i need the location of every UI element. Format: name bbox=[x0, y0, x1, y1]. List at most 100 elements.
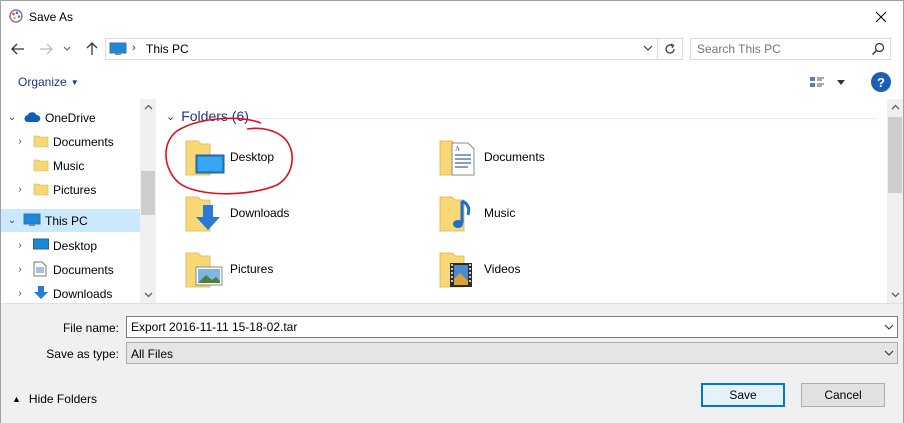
file-name-field[interactable] bbox=[126, 316, 898, 338]
save-as-type-label: Save as type: bbox=[46, 347, 119, 361]
nav-item-downloads[interactable]: › Downloads bbox=[1, 282, 140, 303]
forward-button[interactable] bbox=[35, 38, 57, 60]
file-name-input[interactable] bbox=[131, 319, 871, 335]
back-button[interactable] bbox=[7, 38, 29, 60]
navigation-scrollbar[interactable] bbox=[140, 99, 156, 303]
breadcrumb-separator-icon: › bbox=[132, 42, 136, 54]
folder-icon bbox=[33, 181, 49, 197]
group-header-label: Folders (6) bbox=[181, 108, 249, 124]
collapse-chevron-icon[interactable]: ⌄ bbox=[166, 110, 175, 123]
up-button[interactable] bbox=[81, 38, 103, 60]
file-list-scrollbar[interactable] bbox=[887, 99, 903, 303]
folder-item-documents[interactable]: A Documents bbox=[438, 135, 678, 181]
folder-name: Videos bbox=[484, 262, 521, 276]
nav-item-label: Desktop bbox=[53, 238, 98, 253]
arrow-up-icon bbox=[86, 42, 98, 55]
scroll-up-button[interactable] bbox=[887, 99, 903, 115]
group-header-folders[interactable]: ⌄ Folders (6) bbox=[166, 108, 249, 124]
pictures-folder-icon bbox=[184, 247, 228, 291]
nav-item-documents[interactable]: › Documents bbox=[1, 258, 140, 281]
app-icon bbox=[8, 8, 24, 24]
navigation-pane[interactable]: ⌄ OneDrive › Documents Music › Pictures bbox=[1, 99, 156, 303]
file-name-label: File name: bbox=[62, 321, 119, 335]
question-icon: ? bbox=[877, 74, 885, 90]
recent-locations-button[interactable] bbox=[60, 38, 74, 60]
address-dropdown-button[interactable] bbox=[643, 42, 653, 56]
save-button[interactable]: Save bbox=[701, 383, 785, 407]
arrow-right-icon bbox=[40, 43, 53, 55]
file-list[interactable]: ⌄ Folders (6) Desktop A Documents Downlo… bbox=[157, 99, 887, 303]
search-icon[interactable] bbox=[871, 42, 885, 59]
nav-item-onedrive-documents[interactable]: › Documents bbox=[1, 130, 140, 153]
group-divider bbox=[257, 118, 877, 119]
folder-item-pictures[interactable]: Pictures bbox=[184, 247, 424, 293]
folder-item-downloads[interactable]: Downloads bbox=[184, 191, 424, 237]
chevron-right-icon[interactable]: › bbox=[14, 264, 26, 275]
address-bar[interactable]: › This PC bbox=[105, 38, 658, 60]
chevron-down-icon bbox=[891, 292, 899, 298]
chevron-down-icon bbox=[63, 46, 71, 51]
scroll-down-button[interactable] bbox=[887, 287, 903, 303]
hide-folders-button[interactable]: ▲ Hide Folders bbox=[12, 392, 97, 406]
close-button[interactable] bbox=[859, 1, 903, 32]
music-folder-icon bbox=[438, 191, 482, 235]
folder-name: Music bbox=[484, 206, 516, 220]
file-name-dropdown-button[interactable] bbox=[884, 321, 894, 335]
nav-item-onedrive[interactable]: ⌄ OneDrive bbox=[1, 106, 140, 129]
folder-icon bbox=[33, 157, 49, 173]
save-as-type-value: All Files bbox=[131, 347, 174, 361]
expand-chevron-icon[interactable]: ⌄ bbox=[6, 215, 18, 226]
folder-item-music[interactable]: Music bbox=[438, 191, 678, 237]
expand-chevron-icon[interactable]: ⌄ bbox=[6, 112, 18, 123]
search-input[interactable] bbox=[697, 41, 867, 57]
this-pc-icon bbox=[109, 42, 127, 59]
save-form-panel: File name: Save as type: All Files ▲ Hid… bbox=[1, 303, 903, 423]
save-as-type-dropdown-button[interactable] bbox=[884, 347, 894, 361]
nav-item-label: Music bbox=[53, 158, 85, 173]
chevron-down-icon bbox=[144, 292, 152, 298]
command-bar: Organize ▼ ? bbox=[1, 67, 903, 97]
refresh-button[interactable] bbox=[658, 38, 683, 60]
scroll-up-button[interactable] bbox=[140, 99, 156, 115]
chevron-right-icon[interactable]: › bbox=[14, 184, 26, 195]
change-view-button[interactable] bbox=[809, 73, 849, 93]
this-pc-icon bbox=[23, 213, 41, 229]
title-bar: Save As bbox=[1, 1, 903, 32]
chevron-up-icon bbox=[144, 104, 152, 110]
folder-name: Downloads bbox=[230, 206, 290, 220]
chevron-right-icon[interactable]: › bbox=[14, 136, 26, 147]
scrollbar-thumb[interactable] bbox=[888, 117, 902, 193]
nav-item-desktop[interactable]: › Desktop bbox=[1, 234, 140, 257]
cancel-button[interactable]: Cancel bbox=[801, 383, 885, 407]
chevron-down-icon bbox=[643, 45, 653, 51]
folder-name: Pictures bbox=[230, 262, 274, 276]
scroll-down-button[interactable] bbox=[140, 287, 156, 303]
nav-item-label: Documents bbox=[53, 262, 114, 277]
desktop-folder-icon bbox=[184, 135, 228, 179]
chevron-down-icon bbox=[884, 324, 894, 330]
save-as-type-select[interactable]: All Files bbox=[126, 342, 898, 364]
chevron-right-icon[interactable]: › bbox=[14, 288, 26, 299]
folder-icon bbox=[33, 133, 49, 149]
organize-menu-button[interactable]: Organize ▼ bbox=[18, 75, 79, 89]
help-button[interactable]: ? bbox=[871, 72, 891, 92]
chevron-right-icon[interactable]: › bbox=[14, 240, 26, 251]
folder-item-videos[interactable]: Videos bbox=[438, 247, 678, 293]
close-icon bbox=[875, 11, 887, 22]
scrollbar-thumb[interactable] bbox=[141, 171, 155, 215]
nav-item-onedrive-music[interactable]: Music bbox=[1, 154, 140, 177]
arrow-left-icon bbox=[11, 43, 24, 55]
downloads-icon bbox=[33, 285, 49, 301]
nav-item-label: OneDrive bbox=[45, 110, 96, 125]
caret-down-icon: ▼ bbox=[70, 78, 79, 87]
folder-item-desktop[interactable]: Desktop bbox=[184, 135, 424, 181]
breadcrumb-this-pc[interactable]: This PC bbox=[146, 42, 189, 56]
nav-item-label: Documents bbox=[53, 134, 114, 149]
hide-folders-label: Hide Folders bbox=[28, 392, 97, 406]
nav-item-onedrive-pictures[interactable]: › Pictures bbox=[1, 178, 140, 201]
downloads-folder-icon bbox=[184, 191, 228, 235]
address-row: › This PC bbox=[1, 35, 903, 63]
nav-item-this-pc[interactable]: ⌄ This PC bbox=[1, 209, 140, 232]
onedrive-icon bbox=[23, 110, 41, 126]
search-box[interactable] bbox=[690, 38, 891, 60]
